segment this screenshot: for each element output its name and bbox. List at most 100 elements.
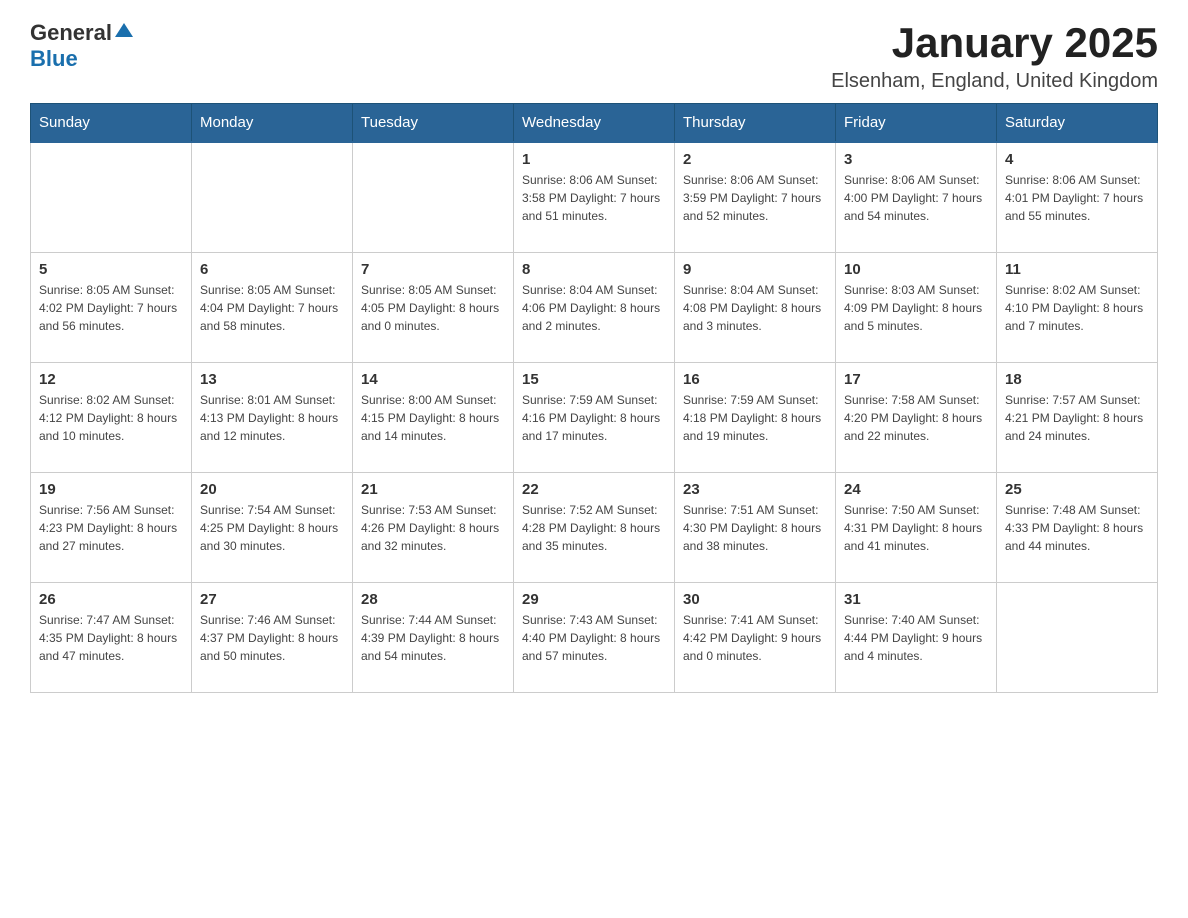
calendar-header-row: SundayMondayTuesdayWednesdayThursdayFrid… (31, 104, 1158, 143)
day-number: 6 (200, 261, 344, 278)
calendar-week-row: 26 Sunrise: 7:47 AM Sunset: 4:35 PM Dayli… (31, 582, 1158, 692)
day-info: Sunrise: 7:40 AM Sunset: 4:44 PM Dayligh… (844, 611, 988, 665)
day-number: 7 (361, 261, 505, 278)
calendar-cell: 27Sunrise: 7:46 AM Sunset: 4:37 PM Dayli… (192, 582, 353, 692)
day-info: Sunrise: 7:56 AM Sunset: 4:23 PM Dayligh… (39, 501, 183, 555)
calendar-header-monday: Monday (192, 104, 353, 143)
title-section: January 2025 Elsenham, England, United K… (831, 20, 1158, 93)
day-info: Sunrise: 7:51 AM Sunset: 4:30 PM Dayligh… (683, 501, 827, 555)
calendar-cell: 26 Sunrise: 7:47 AM Sunset: 4:35 PM Dayli… (31, 582, 192, 692)
day-number: 16 (683, 371, 827, 388)
day-number: 15 (522, 371, 666, 388)
day-number: 10 (844, 261, 988, 278)
calendar-cell: 21 Sunrise: 7:53 AM Sunset: 4:26 PM Dayli… (353, 472, 514, 582)
calendar-cell: 24Sunrise: 7:50 AM Sunset: 4:31 PM Dayli… (836, 472, 997, 582)
calendar-cell: 10Sunrise: 8:03 AM Sunset: 4:09 PM Dayli… (836, 252, 997, 362)
day-info: Sunrise: 8:04 AM Sunset: 4:06 PM Dayligh… (522, 281, 666, 335)
calendar-cell: 6 Sunrise: 8:05 AM Sunset: 4:04 PM Daylig… (192, 252, 353, 362)
calendar-cell (31, 142, 192, 252)
day-number: 18 (1005, 371, 1149, 388)
day-info: Sunrise: 7:57 AM Sunset: 4:21 PM Dayligh… (1005, 391, 1149, 445)
day-info: Sunrise: 8:05 AM Sunset: 4:02 PM Dayligh… (39, 281, 183, 335)
calendar-cell: 4 Sunrise: 8:06 AM Sunset: 4:01 PM Daylig… (997, 142, 1158, 252)
calendar-cell: 20Sunrise: 7:54 AM Sunset: 4:25 PM Dayli… (192, 472, 353, 582)
day-number: 26 (39, 591, 183, 608)
day-info: Sunrise: 8:01 AM Sunset: 4:13 PM Dayligh… (200, 391, 344, 445)
calendar-cell: 22 Sunrise: 7:52 AM Sunset: 4:28 PM Dayli… (514, 472, 675, 582)
day-info: Sunrise: 7:50 AM Sunset: 4:31 PM Dayligh… (844, 501, 988, 555)
day-info: Sunrise: 8:06 AM Sunset: 4:01 PM Dayligh… (1005, 171, 1149, 225)
day-number: 17 (844, 371, 988, 388)
calendar-cell: 19 Sunrise: 7:56 AM Sunset: 4:23 PM Dayli… (31, 472, 192, 582)
day-number: 11 (1005, 261, 1149, 278)
calendar-cell: 15Sunrise: 7:59 AM Sunset: 4:16 PM Dayli… (514, 362, 675, 472)
calendar-cell: 31 Sunrise: 7:40 AM Sunset: 4:44 PM Dayli… (836, 582, 997, 692)
logo-general-text: General (30, 20, 112, 46)
day-number: 19 (39, 481, 183, 498)
day-info: Sunrise: 7:53 AM Sunset: 4:26 PM Dayligh… (361, 501, 505, 555)
day-info: Sunrise: 7:43 AM Sunset: 4:40 PM Dayligh… (522, 611, 666, 665)
calendar-cell: 18 Sunrise: 7:57 AM Sunset: 4:21 PM Dayli… (997, 362, 1158, 472)
calendar-header-tuesday: Tuesday (353, 104, 514, 143)
calendar-cell: 9 Sunrise: 8:04 AM Sunset: 4:08 PM Daylig… (675, 252, 836, 362)
day-number: 30 (683, 591, 827, 608)
calendar-header-sunday: Sunday (31, 104, 192, 143)
day-number: 13 (200, 371, 344, 388)
page-title: January 2025 (831, 20, 1158, 66)
calendar-cell: 23 Sunrise: 7:51 AM Sunset: 4:30 PM Dayli… (675, 472, 836, 582)
day-number: 8 (522, 261, 666, 278)
day-number: 1 (522, 151, 666, 168)
day-info: Sunrise: 7:59 AM Sunset: 4:18 PM Dayligh… (683, 391, 827, 445)
calendar-cell (997, 582, 1158, 692)
calendar-cell: 1 Sunrise: 8:06 AM Sunset: 3:58 PM Daylig… (514, 142, 675, 252)
day-number: 21 (361, 481, 505, 498)
calendar-cell: 3 Sunrise: 8:06 AM Sunset: 4:00 PM Daylig… (836, 142, 997, 252)
day-info: Sunrise: 8:06 AM Sunset: 3:59 PM Dayligh… (683, 171, 827, 225)
day-info: Sunrise: 8:02 AM Sunset: 4:10 PM Dayligh… (1005, 281, 1149, 335)
calendar-header-thursday: Thursday (675, 104, 836, 143)
calendar-header-friday: Friday (836, 104, 997, 143)
calendar-cell (353, 142, 514, 252)
day-info: Sunrise: 8:06 AM Sunset: 3:58 PM Dayligh… (522, 171, 666, 225)
day-number: 22 (522, 481, 666, 498)
day-number: 14 (361, 371, 505, 388)
day-info: Sunrise: 8:06 AM Sunset: 4:00 PM Dayligh… (844, 171, 988, 225)
calendar-week-row: 1 Sunrise: 8:06 AM Sunset: 3:58 PM Daylig… (31, 142, 1158, 252)
calendar-cell: 17 Sunrise: 7:58 AM Sunset: 4:20 PM Dayli… (836, 362, 997, 472)
calendar-table: SundayMondayTuesdayWednesdayThursdayFrid… (30, 103, 1158, 693)
calendar-cell: 16 Sunrise: 7:59 AM Sunset: 4:18 PM Dayli… (675, 362, 836, 472)
calendar-header-saturday: Saturday (997, 104, 1158, 143)
calendar-cell: 25Sunrise: 7:48 AM Sunset: 4:33 PM Dayli… (997, 472, 1158, 582)
day-info: Sunrise: 7:52 AM Sunset: 4:28 PM Dayligh… (522, 501, 666, 555)
calendar-header-wednesday: Wednesday (514, 104, 675, 143)
day-info: Sunrise: 7:46 AM Sunset: 4:37 PM Dayligh… (200, 611, 344, 665)
calendar-cell: 2Sunrise: 8:06 AM Sunset: 3:59 PM Daylig… (675, 142, 836, 252)
day-number: 23 (683, 481, 827, 498)
day-number: 4 (1005, 151, 1149, 168)
calendar-cell: 29 Sunrise: 7:43 AM Sunset: 4:40 PM Dayli… (514, 582, 675, 692)
day-number: 29 (522, 591, 666, 608)
day-number: 31 (844, 591, 988, 608)
calendar-cell: 14Sunrise: 8:00 AM Sunset: 4:15 PM Dayli… (353, 362, 514, 472)
calendar-week-row: 12Sunrise: 8:02 AM Sunset: 4:12 PM Dayli… (31, 362, 1158, 472)
day-info: Sunrise: 7:44 AM Sunset: 4:39 PM Dayligh… (361, 611, 505, 665)
logo-triangle-icon (115, 21, 133, 44)
day-info: Sunrise: 7:41 AM Sunset: 4:42 PM Dayligh… (683, 611, 827, 665)
day-info: Sunrise: 8:05 AM Sunset: 4:04 PM Dayligh… (200, 281, 344, 335)
logo-blue-text: Blue (30, 46, 78, 72)
calendar-cell: 30 Sunrise: 7:41 AM Sunset: 4:42 PM Dayli… (675, 582, 836, 692)
day-number: 9 (683, 261, 827, 278)
day-number: 12 (39, 371, 183, 388)
logo: General Blue (30, 20, 133, 72)
day-info: Sunrise: 7:58 AM Sunset: 4:20 PM Dayligh… (844, 391, 988, 445)
day-number: 3 (844, 151, 988, 168)
calendar-cell (192, 142, 353, 252)
day-info: Sunrise: 8:04 AM Sunset: 4:08 PM Dayligh… (683, 281, 827, 335)
page-header: General Blue January 2025 Elsenham, Engl… (30, 20, 1158, 93)
calendar-cell: 5 Sunrise: 8:05 AM Sunset: 4:02 PM Daylig… (31, 252, 192, 362)
calendar-cell: 12Sunrise: 8:02 AM Sunset: 4:12 PM Dayli… (31, 362, 192, 472)
day-info: Sunrise: 7:47 AM Sunset: 4:35 PM Dayligh… (39, 611, 183, 665)
day-number: 5 (39, 261, 183, 278)
day-number: 20 (200, 481, 344, 498)
calendar-week-row: 19 Sunrise: 7:56 AM Sunset: 4:23 PM Dayli… (31, 472, 1158, 582)
